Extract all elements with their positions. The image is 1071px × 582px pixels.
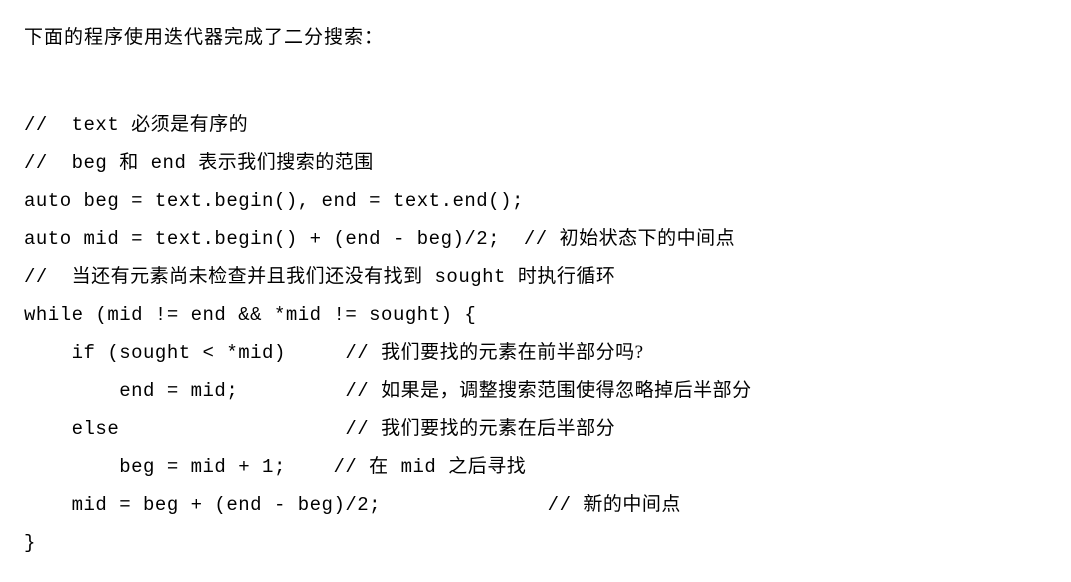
code-line: // 当还有元素尚未检查并且我们还没有找到 sought 时执行循环 [24, 266, 615, 288]
code-text: beg = mid + 1; // [24, 456, 369, 478]
code-line: while (mid != end && *mid != sought) { [24, 304, 476, 326]
code-text: else // [24, 418, 381, 440]
code-line: auto beg = text.begin(), end = text.end(… [24, 190, 524, 212]
comment-mid: end [139, 152, 199, 174]
code-block: // text 必须是有序的 // beg 和 end 表示我们搜索的范围 au… [24, 68, 1047, 562]
code-line: if (sought < *mid) // 我们要找的元素在前半部分吗? [24, 342, 644, 364]
comment-mid: mid [389, 456, 449, 478]
comment-text: 初始状态下的中间点 [560, 228, 736, 249]
comment-text: 之后寻找 [448, 456, 526, 477]
code-line: auto mid = text.begin() + (end - beg)/2;… [24, 228, 735, 250]
comment-text: 我们要找的元素在前半部分吗? [381, 342, 643, 363]
comment-text: 在 [369, 456, 389, 477]
code-text: if (sought < *mid) // [24, 342, 381, 364]
comment-text: 当还有元素尚未检查并且我们还没有找到 [72, 266, 423, 287]
comment-text: 我们要找的元素在后半部分 [381, 418, 615, 439]
comment-mid: sought [423, 266, 518, 288]
comment-text: 如果是，调整搜索范围使得忽略掉后半部分 [381, 380, 752, 401]
code-line: } [24, 532, 36, 554]
code-text: auto mid = text.begin() + (end - beg)/2;… [24, 228, 560, 250]
comment-text: 和 [119, 152, 139, 173]
code-line: end = mid; // 如果是，调整搜索范围使得忽略掉后半部分 [24, 380, 752, 402]
comment-text: 表示我们搜索的范围 [198, 152, 374, 173]
code-line: else // 我们要找的元素在后半部分 [24, 418, 615, 440]
code-text: mid = beg + (end - beg)/2; // [24, 494, 583, 516]
comment-text: 时执行循环 [518, 266, 616, 287]
code-line: // text 必须是有序的 [24, 114, 248, 136]
code-line: mid = beg + (end - beg)/2; // 新的中间点 [24, 494, 681, 516]
comment-prefix: // beg [24, 152, 119, 174]
comment-prefix: // [24, 266, 72, 288]
comment-text: 必须是有序的 [131, 114, 248, 135]
code-text: end = mid; // [24, 380, 381, 402]
code-line: // beg 和 end 表示我们搜索的范围 [24, 152, 374, 174]
intro-text: 下面的程序使用迭代器完成了二分搜索： [24, 20, 1047, 56]
code-line: beg = mid + 1; // 在 mid 之后寻找 [24, 456, 526, 478]
comment-text: 新的中间点 [583, 494, 681, 515]
comment-prefix: // text [24, 114, 131, 136]
